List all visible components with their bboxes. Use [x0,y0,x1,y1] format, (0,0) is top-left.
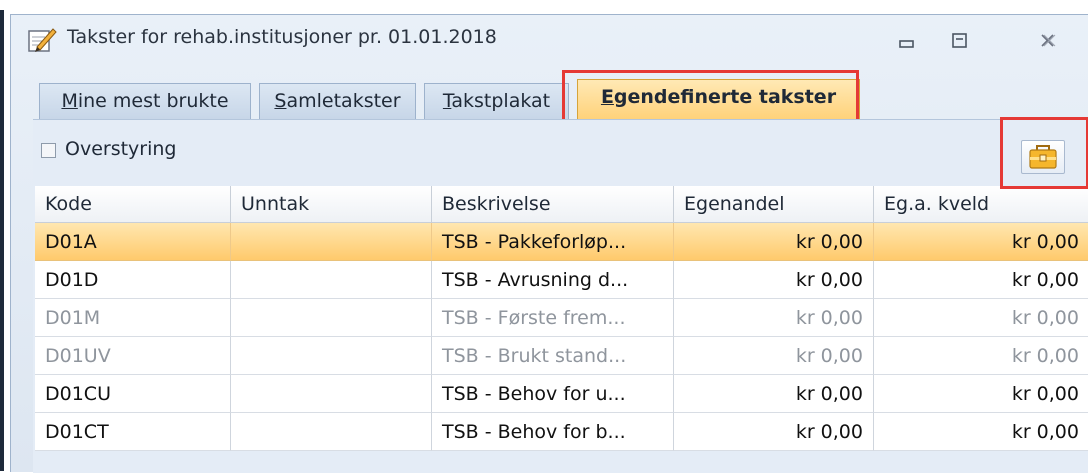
cell-egenandel: kr 0,00 [674,261,874,299]
tab-samletakster[interactable]: Samletakster [259,83,416,119]
cell-beskrivelse: TSB - Pakkeforløp... [432,223,674,261]
maximize-icon [952,33,967,48]
cell-unntak [231,223,432,261]
content-panel: Overstyring Kode Unntak Beskrivelse Egen… [33,119,1088,473]
cell-egenandel: kr 0,00 [674,299,874,337]
table-row[interactable]: D01A TSB - Pakkeforløp... kr 0,00 kr 0,0… [35,223,1088,261]
cell-kveld: kr 0,00 [874,223,1088,261]
table-row[interactable]: D01CT TSB - Behov for b... kr 0,00 kr 0,… [35,413,1088,451]
cell-beskrivelse: TSB - Behov for u... [432,375,674,413]
cell-unntak [231,375,432,413]
table-row[interactable]: D01D TSB - Avrusning d... kr 0,00 kr 0,0… [35,261,1088,299]
cell-unntak [231,261,432,299]
cell-unntak [231,299,432,337]
column-header-unntak[interactable]: Unntak [231,186,432,222]
column-header-kode[interactable]: Kode [35,186,231,222]
cell-beskrivelse: TSB - Avrusning d... [432,261,674,299]
cell-kveld: kr 0,00 [874,375,1088,413]
takster-table: Kode Unntak Beskrivelse Egenandel Eg.a. … [35,186,1088,451]
cell-kveld: kr 0,00 [874,413,1088,451]
minimize-icon [899,40,914,48]
edit-pencil-icon [28,28,57,52]
table-row[interactable]: D01M TSB - Første frem... kr 0,00 kr 0,0… [35,299,1088,337]
cell-kode: D01CU [35,375,231,413]
window-title: Takster for rehab.institusjoner pr. 01.0… [67,26,497,48]
cell-beskrivelse: TSB - Første frem... [432,299,674,337]
cell-kode: D01A [35,223,231,261]
cell-beskrivelse: TSB - Brukt stand... [432,337,674,375]
overstyring-checkbox[interactable] [41,143,56,158]
column-header-eg-a-kveld[interactable]: Eg.a. kveld [874,186,1088,222]
column-header-beskrivelse[interactable]: Beskrivelse [432,186,674,222]
background-edge [0,10,4,471]
cell-beskrivelse: TSB - Behov for b... [432,413,674,451]
cell-kveld: kr 0,00 [874,337,1088,375]
close-icon [1041,34,1056,47]
table-header: Kode Unntak Beskrivelse Egenandel Eg.a. … [35,186,1088,223]
cell-egenandel: kr 0,00 [674,223,874,261]
background-strip [0,0,1088,14]
cell-egenandel: kr 0,00 [674,375,874,413]
overstyring-label[interactable]: Overstyring [65,138,177,160]
cell-unntak [231,413,432,451]
cell-kode: D01UV [35,337,231,375]
title-bar[interactable]: Takster for rehab.institusjoner pr. 01.0… [11,15,1088,61]
cell-kode: D01M [35,299,231,337]
cell-kode: D01D [35,261,231,299]
cell-unntak [231,337,432,375]
cell-kveld: kr 0,00 [874,299,1088,337]
column-header-egenandel[interactable]: Egenandel [674,186,874,222]
highlight-box-tab [562,70,859,126]
cell-kveld: kr 0,00 [874,261,1088,299]
tab-mine-mest-brukte[interactable]: Mine mest brukte [39,83,251,119]
close-button[interactable] [1035,31,1061,51]
maximize-button[interactable] [947,31,973,51]
table-row[interactable]: D01UV TSB - Brukt stand... kr 0,00 kr 0,… [35,337,1088,375]
table-row[interactable]: D01CU TSB - Behov for u... kr 0,00 kr 0,… [35,375,1088,413]
cell-egenandel: kr 0,00 [674,337,874,375]
cell-egenandel: kr 0,00 [674,413,874,451]
cell-kode: D01CT [35,413,231,451]
dialog-window: Takster for rehab.institusjoner pr. 01.0… [10,14,1088,473]
tab-takstplakat[interactable]: Takstplakat [424,83,569,119]
minimize-button[interactable] [894,31,920,51]
highlight-box-toolbox [1000,117,1088,189]
